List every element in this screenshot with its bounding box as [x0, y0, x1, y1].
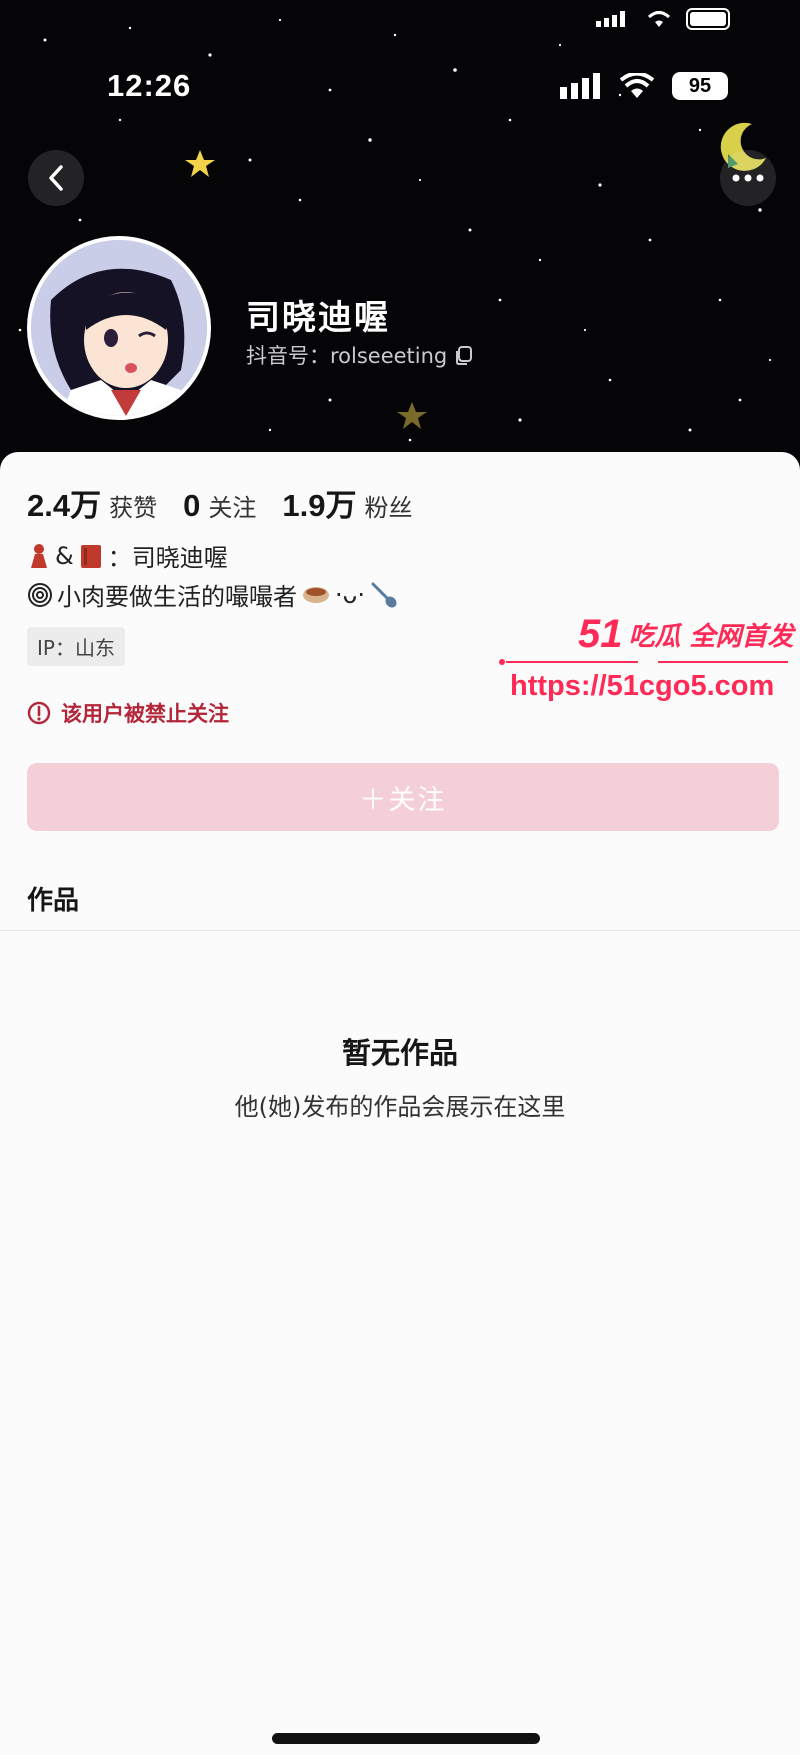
- banned-notice-text: 该用户被禁止关注: [61, 702, 229, 726]
- followers-count[interactable]: 1.9万: [282, 480, 356, 525]
- more-button[interactable]: [720, 150, 776, 206]
- back-button[interactable]: [28, 150, 84, 206]
- douyin-id: 抖音号：rolseeeting: [246, 340, 475, 370]
- warning-icon: [27, 701, 51, 725]
- nickname: 司晓迪喔: [246, 298, 390, 338]
- back-icon: [49, 165, 63, 191]
- empty-state-subtitle: 他(她)发布的作品会展示在这里: [234, 1093, 566, 1121]
- ip-location-badge: IP：山东: [27, 627, 125, 666]
- watermark: 51 吃瓜 全网首发 https://51cgo5.com: [498, 612, 798, 712]
- battery-level: 95: [672, 72, 728, 100]
- profile-card: 2.4万 获赞 0 关注 1.9万 粉丝 & ：司晓迪喔 小肉要做生活的嘬嘬者 …: [0, 452, 800, 1755]
- bio-text-2: 小肉要做生活的嘬嘬者: [57, 583, 297, 611]
- avatar[interactable]: [27, 236, 211, 420]
- bio-face: ·ᴗ·: [335, 580, 365, 609]
- home-indicator: [272, 1733, 540, 1744]
- more-icon: [732, 174, 764, 182]
- copy-icon[interactable]: [453, 344, 475, 366]
- watermark-brand: 51 吃瓜 全网首发: [578, 612, 794, 657]
- book-icon: [80, 544, 101, 568]
- spoon-icon: [371, 582, 397, 608]
- signal-icon: [596, 11, 625, 27]
- watermark-brand-text: 吃瓜 全网首发: [628, 622, 794, 652]
- tab-works[interactable]: 作品: [27, 880, 79, 917]
- bio-line-1: & ：司晓迪喔: [27, 538, 228, 573]
- watermark-line-decoration: [499, 659, 788, 665]
- followers-label[interactable]: 粉丝: [364, 488, 412, 523]
- star-icon: [185, 150, 215, 177]
- star-icon: [397, 402, 427, 429]
- person-icon: [31, 543, 47, 568]
- tab-divider: [0, 930, 800, 931]
- watermark-url: https://51cgo5.com: [510, 670, 775, 702]
- spiral-icon: [28, 582, 52, 607]
- following-label[interactable]: 关注: [208, 488, 256, 523]
- status-right: 95: [560, 72, 728, 100]
- banned-notice: 该用户被禁止关注: [27, 698, 229, 728]
- likes-label: 获赞: [109, 494, 158, 522]
- empty-state-title: 暂无作品: [341, 1036, 458, 1070]
- wifi-icon: [647, 11, 671, 27]
- stats-row: 2.4万 获赞 0 关注 1.9万 粉丝: [27, 480, 438, 525]
- douyin-id-text: 抖音号：rolseeeting: [246, 344, 448, 368]
- bowl-icon: [303, 586, 329, 603]
- signal-icon: [560, 73, 600, 99]
- watermark-number: 51: [578, 612, 623, 656]
- wifi-icon: [620, 73, 654, 98]
- following-count[interactable]: 0: [183, 488, 200, 524]
- likes-count: 2.4万: [27, 488, 102, 523]
- profile-header: 12:26 95 司晓迪喔 抖音号：rolseeeting: [0, 0, 800, 470]
- follow-button[interactable]: ＋关注: [27, 763, 779, 831]
- status-time: 12:26: [107, 68, 192, 103]
- bio-text-1: ：司晓迪喔: [107, 544, 228, 572]
- top-status-icons: [596, 8, 730, 30]
- bio-line-2: 小肉要做生活的嘬嘬者 ·ᴗ·: [27, 577, 399, 612]
- bio-amp: &: [55, 541, 74, 570]
- avatar-illustration: [31, 240, 207, 416]
